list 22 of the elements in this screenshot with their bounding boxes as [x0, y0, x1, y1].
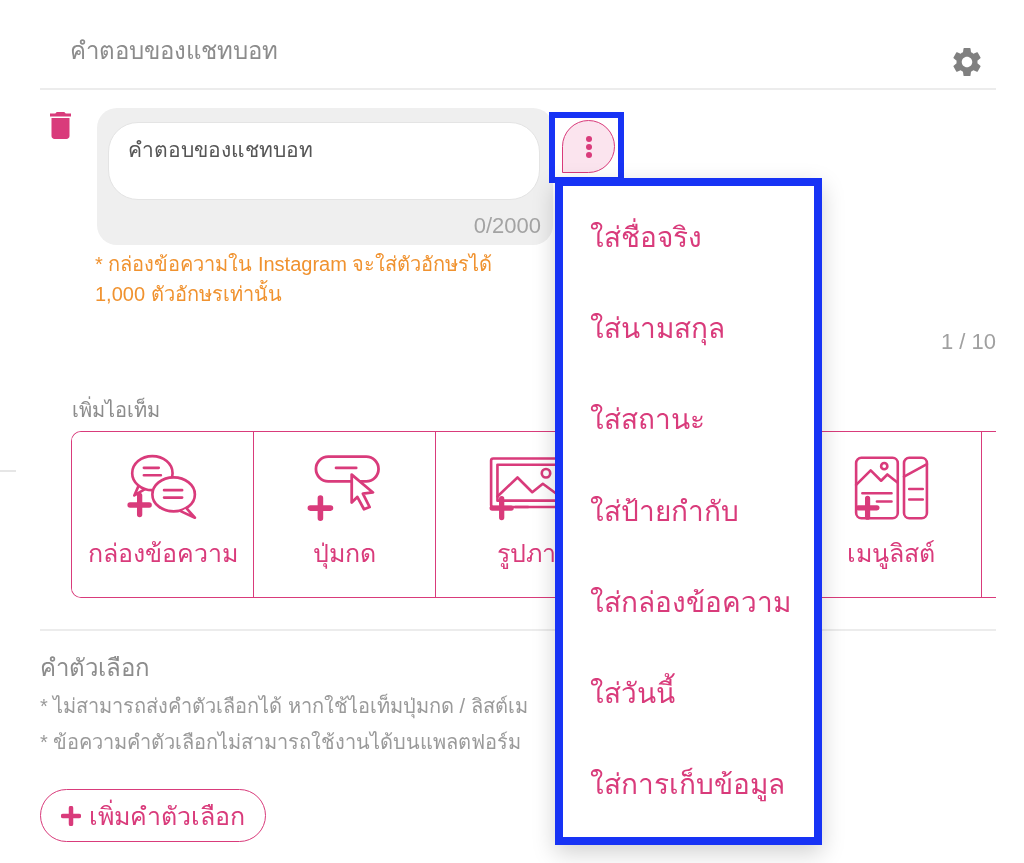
more-icon [585, 135, 592, 158]
add-quick-reply-button[interactable]: เพิ่มคำตัวเลือก [40, 789, 266, 842]
section-title: คำตอบของแชทบอท [70, 36, 278, 66]
hint-text: * ไม่สามารถส่งคำตัวเลือกได้ หากใช้ไอเท็มปุ่มกด / ลิสต์เม [40, 692, 528, 721]
settings-icon[interactable] [953, 48, 981, 76]
character-counter: 0/2000 [473, 213, 541, 238]
menu-item[interactable]: ใส่วันนี้ [590, 647, 814, 739]
pointer-button-icon [306, 454, 383, 522]
menu-item[interactable]: ใส่ชื่อจริง [590, 191, 814, 283]
page-counter: 1 / 10 [940, 329, 996, 354]
more-options-button[interactable] [562, 120, 615, 173]
section-title: คำตัวเลือก [40, 654, 150, 682]
menu-item[interactable]: ใส่นามสกุล [590, 282, 814, 374]
add-item-label: เพิ่มไอเท็ม [72, 397, 160, 423]
trash-icon[interactable] [50, 112, 71, 139]
message-input[interactable]: คำตอบของแชทบอท [108, 122, 540, 200]
picture-card-icon [852, 454, 929, 522]
menu-item[interactable]: ใส่การเก็บข้อมูล [590, 738, 814, 831]
add-item-button[interactable]: กล่องข้อความ [72, 432, 254, 597]
hint-text: * ข้อความคำตัวเลือกไม่สามารถใช้งานได้บนแพลตฟอร์ม [40, 730, 522, 755]
warning-note: * กล่องข้อความใน Instagram จะใส่ตัวอักษรได้ 1,000 ตัวอักษรเท่านั้น [95, 252, 494, 307]
plus-icon [61, 805, 81, 826]
